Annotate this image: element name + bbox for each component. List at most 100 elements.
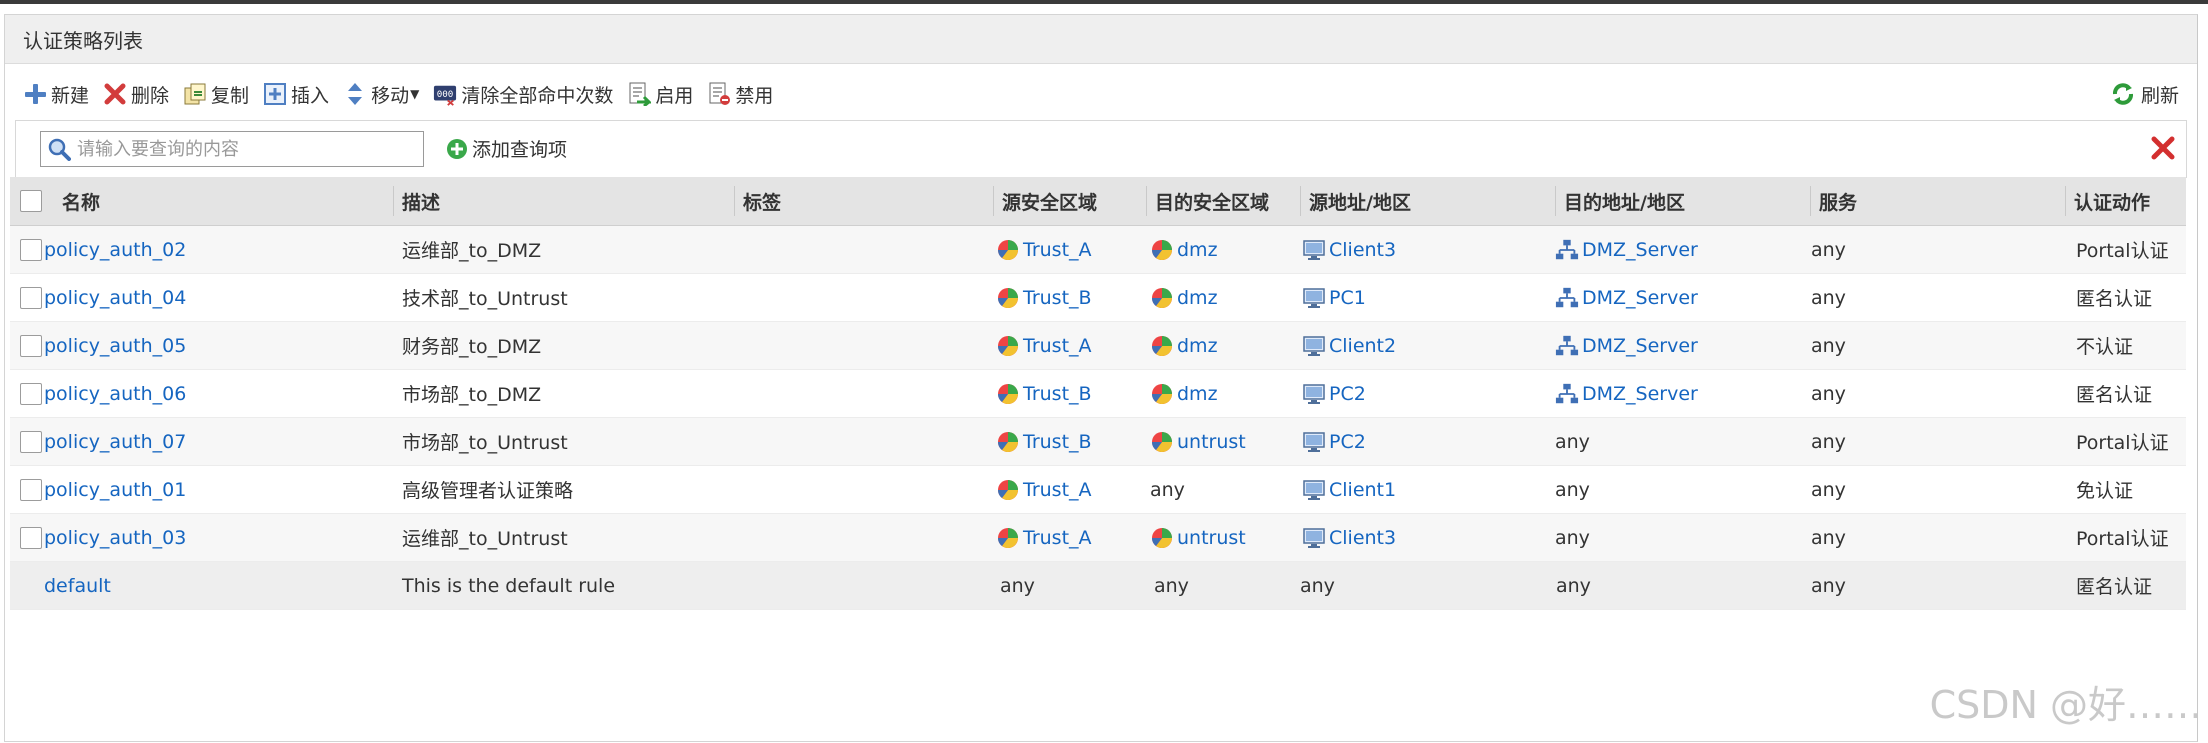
refresh-button[interactable]: 刷新 (2111, 73, 2179, 115)
policy-name-link[interactable]: policy_auth_03 (44, 527, 186, 549)
cell-src_addr[interactable]: PC2 (1302, 370, 1366, 417)
cell-src_zone[interactable]: Trust_B (996, 274, 1092, 321)
delete-button[interactable]: 删除 (103, 81, 169, 108)
cell-src_addr[interactable]: PC2 (1302, 418, 1366, 465)
default-rule-row[interactable]: default This is the default rule any any any… (10, 562, 2186, 610)
header-action[interactable]: 认证动作 (2065, 186, 2150, 216)
select-all-checkbox[interactable] (20, 190, 42, 212)
cell-dst_zone[interactable]: dmz (1150, 274, 1218, 321)
cell-dst_addr[interactable]: DMZ_Server (1555, 370, 1698, 417)
cell-desc: 市场部_to_Untrust (402, 418, 568, 465)
clear-hits-button[interactable]: 000 清除全部命中次数 (433, 81, 613, 108)
cell-name[interactable]: policy_auth_03 (44, 514, 186, 561)
table-row[interactable]: policy_auth_06 市场部_to_DMZ Trust_B dmz PC2 DMZ… (10, 370, 2186, 418)
cell-name[interactable]: policy_auth_02 (44, 226, 186, 273)
policy-name-link[interactable]: policy_auth_01 (44, 479, 186, 501)
cell-src_zone[interactable]: Trust_A (996, 466, 1092, 513)
header-dst-addr[interactable]: 目的地址/地区 (1555, 186, 1685, 216)
cell-name[interactable]: default (44, 562, 111, 609)
header-src-addr[interactable]: 源地址/地区 (1300, 186, 1411, 216)
policy-name-link[interactable]: policy_auth_04 (44, 287, 186, 309)
cell-dst_zone[interactable]: dmz (1150, 226, 1218, 273)
cell-dst_zone[interactable]: dmz (1150, 322, 1218, 369)
row-checkbox[interactable] (20, 430, 42, 453)
cell-src_addr[interactable]: Client3 (1302, 226, 1396, 273)
service-text: any (1811, 526, 1846, 549)
enable-button[interactable]: 启用 (627, 81, 693, 108)
header-service[interactable]: 服务 (1810, 186, 1857, 216)
table-header: 名称 描述 标签 源安全区域 目的安全区域 源地址/地区 目的地址/地区 服务 … (10, 177, 2186, 226)
cell-service: any (1811, 418, 1846, 465)
dst_zone-text: any (1154, 574, 1189, 597)
src_zone-text: Trust_A (1023, 526, 1092, 549)
table-row[interactable]: policy_auth_04 技术部_to_Untrust Trust_B dmz PC… (10, 274, 2186, 322)
cell-src_zone[interactable]: Trust_B (996, 370, 1092, 417)
cell-src_addr[interactable]: Client3 (1302, 514, 1396, 561)
row-checkbox[interactable] (20, 478, 42, 501)
cell-dst_addr[interactable]: DMZ_Server (1555, 322, 1698, 369)
cell-name[interactable]: policy_auth_04 (44, 274, 186, 321)
table-row[interactable]: policy_auth_07 市场部_to_Untrust Trust_B untru… (10, 418, 2186, 466)
header-name[interactable]: 名称 (62, 177, 100, 225)
cell-src_zone[interactable]: Trust_A (996, 322, 1092, 369)
policy-name-link[interactable]: policy_auth_07 (44, 431, 186, 453)
refresh-icon (2111, 82, 2135, 106)
header-tag[interactable]: 标签 (734, 186, 781, 216)
move-button[interactable]: 移动 ▼ (343, 81, 419, 108)
header-dst-zone[interactable]: 目的安全区域 (1146, 186, 1269, 216)
cell-dst_addr[interactable]: DMZ_Server (1555, 274, 1698, 321)
close-search-icon[interactable] (2150, 135, 2176, 161)
row-checkbox[interactable] (20, 286, 42, 309)
cell-src_addr[interactable]: Client1 (1302, 466, 1396, 513)
table-row[interactable]: policy_auth_03 运维部_to_Untrust Trust_A untru… (10, 514, 2186, 562)
svg-text:000: 000 (437, 89, 454, 100)
policy-name-link[interactable]: policy_auth_06 (44, 383, 186, 405)
row-checkbox[interactable] (20, 526, 42, 549)
row-checkbox[interactable] (20, 382, 42, 405)
service-text: any (1811, 382, 1846, 405)
cell-name[interactable]: policy_auth_07 (44, 418, 186, 465)
dst_addr-text: DMZ_Server (1582, 382, 1698, 405)
row-checkbox[interactable] (20, 334, 42, 357)
src_addr-text: Client2 (1329, 334, 1397, 357)
cell-name[interactable]: policy_auth_01 (44, 466, 186, 513)
table-row[interactable]: policy_auth_05 财务部_to_DMZ Trust_A dmz Client… (10, 322, 2186, 370)
cell-name[interactable]: policy_auth_06 (44, 370, 186, 417)
cell-dst_zone[interactable]: untrust (1150, 418, 1246, 465)
host-icon (1302, 430, 1326, 454)
zone-icon (1150, 238, 1174, 262)
cell-src_addr[interactable]: PC1 (1302, 274, 1366, 321)
insert-button[interactable]: 插入 (263, 81, 329, 108)
cell-name[interactable]: policy_auth_05 (44, 322, 186, 369)
cell-dst_addr[interactable]: DMZ_Server (1555, 226, 1698, 273)
host-icon (1302, 526, 1326, 550)
dst_zone-text: dmz (1177, 334, 1218, 357)
zone-icon (996, 526, 1020, 550)
refresh-label: 刷新 (2140, 84, 2179, 107)
clear-hits-label: 清除全部命中次数 (461, 84, 614, 107)
row-checkbox[interactable] (20, 238, 42, 261)
search-input[interactable] (75, 137, 409, 161)
watermark: CSDN @好…… (1929, 683, 2202, 727)
cell-action: 免认证 (2076, 466, 2133, 513)
dst_zone-text: any (1150, 478, 1185, 501)
cell-src_zone[interactable]: Trust_B (996, 418, 1092, 465)
cell-src_addr[interactable]: Client2 (1302, 322, 1396, 369)
disable-button[interactable]: 禁用 (707, 81, 773, 108)
policy-name-link[interactable]: policy_auth_02 (44, 239, 186, 261)
table-row[interactable]: policy_auth_01 高级管理者认证策略 Trust_A any Client1… (10, 466, 2186, 514)
cell-dst_zone[interactable]: dmz (1150, 370, 1218, 417)
host-icon (1302, 286, 1326, 310)
header-src-zone[interactable]: 源安全区域 (993, 186, 1097, 216)
cell-src_zone[interactable]: Trust_A (996, 226, 1092, 273)
zone-icon (1150, 526, 1174, 550)
table-row[interactable]: policy_auth_02 运维部_to_DMZ Trust_A dmz Client… (10, 226, 2186, 274)
cell-src_zone[interactable]: Trust_A (996, 514, 1092, 561)
new-button[interactable]: 新建 (23, 81, 89, 108)
policy-name-link[interactable]: default (44, 575, 111, 597)
header-desc[interactable]: 描述 (393, 186, 440, 216)
add-query-button[interactable]: 添加查询项 (446, 135, 567, 162)
cell-dst_zone[interactable]: untrust (1150, 514, 1246, 561)
policy-name-link[interactable]: policy_auth_05 (44, 335, 186, 357)
copy-button[interactable]: 复制 (183, 81, 249, 108)
